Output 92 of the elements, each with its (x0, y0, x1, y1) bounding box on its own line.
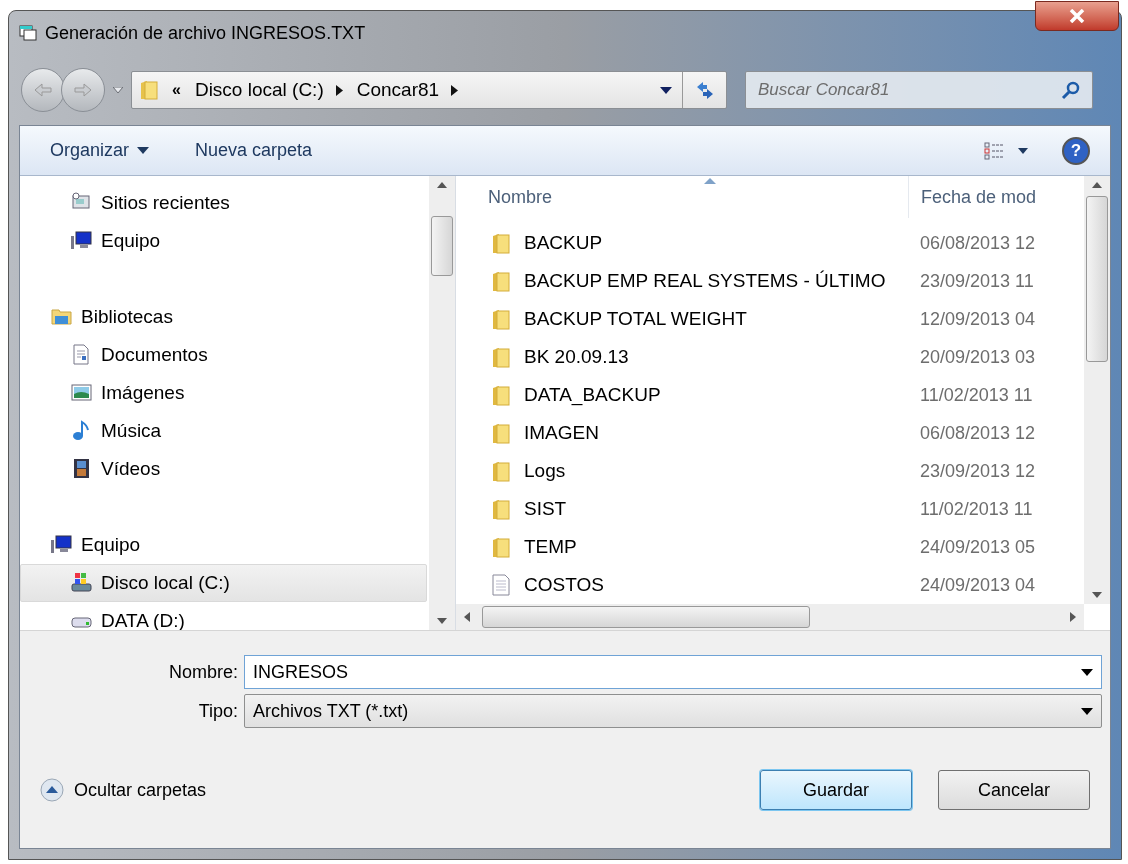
computer-icon (51, 534, 73, 556)
search-field[interactable]: Buscar Concar81 (745, 71, 1093, 109)
horizontal-scrollbar[interactable] (456, 604, 1084, 630)
scrollbar-thumb[interactable] (1086, 196, 1108, 362)
nav-pane-item[interactable]: Disco local (C:) (20, 564, 427, 602)
file-type-value: Archivos TXT (*.txt) (253, 699, 410, 723)
help-button[interactable]: ? (1062, 136, 1090, 165)
scroll-right-icon[interactable] (1070, 612, 1076, 622)
breadcrumb-arrow-icon[interactable] (335, 84, 343, 96)
folder-icon (490, 422, 512, 444)
modified-date: 24/09/2013 04 (919, 573, 1036, 597)
file-name[interactable]: Logs (524, 456, 566, 486)
modified-date: 12/09/2013 04 (919, 307, 1036, 331)
nav-pane-item[interactable]: Sitios recientes (20, 184, 427, 222)
caret-icon (137, 147, 150, 154)
file-type-dropdown[interactable]: Archivos TXT (*.txt) (244, 694, 1102, 728)
folder-icon (490, 536, 512, 558)
modified-date: 11/02/2013 11 (919, 497, 1033, 521)
organize-menu-button[interactable]: Organizar (40, 137, 160, 164)
file-name[interactable]: BACKUP (524, 228, 603, 258)
document-icon (490, 574, 512, 596)
window-title: Generación de archivo INGRESOS.TXT (45, 21, 366, 45)
close-icon (1069, 9, 1085, 23)
nav-pane-item[interactable]: Música (20, 412, 427, 450)
cancel-button[interactable]: Cancelar (938, 770, 1090, 810)
nav-pane-item[interactable]: Equipo (20, 526, 427, 564)
modified-date: 11/02/2013 11 (919, 383, 1033, 407)
dropdown-caret-icon[interactable] (1081, 668, 1093, 676)
folder-icon (490, 308, 512, 330)
nav-pane-item[interactable]: Vídeos (20, 450, 427, 488)
forward-arrow-icon (73, 82, 93, 98)
column-header[interactable]: Fecha de mod (908, 176, 1037, 218)
scroll-left-icon[interactable] (464, 612, 470, 622)
breadcrumb-item[interactable]: Concar81 (356, 75, 440, 105)
modified-date: 23/09/2013 12 (919, 459, 1036, 483)
nav-pane-item[interactable]: Imágenes (20, 374, 427, 412)
scrollbar-thumb[interactable] (431, 216, 453, 276)
field-label: Nombre: (167, 660, 239, 684)
file-name[interactable]: DATA_BACKUP (524, 380, 661, 410)
scroll-down-icon[interactable] (1092, 592, 1102, 598)
nav-pane-item[interactable]: Bibliotecas (20, 298, 427, 336)
file-name[interactable]: BK 20.09.13 (524, 342, 629, 372)
folder-icon (490, 346, 512, 368)
file-name[interactable]: SIST (524, 494, 567, 524)
scrollbar-thumb[interactable] (482, 606, 810, 628)
folder-icon (490, 384, 512, 406)
hide-folders-button[interactable]: Ocultar carpetas (40, 776, 207, 804)
scroll-up-icon[interactable] (1092, 182, 1102, 188)
scroll-up-icon[interactable] (437, 182, 447, 188)
modified-date: 06/08/2013 12 (919, 231, 1036, 255)
nav-pane-item[interactable]: DATA (D:) (20, 602, 427, 640)
breadcrumb-item[interactable]: Disco local (C:) (194, 75, 324, 105)
field-label: Tipo: (197, 699, 239, 723)
filename-combo-box[interactable]: INGRESOS (244, 655, 1102, 689)
file-name[interactable]: IMAGEN (524, 418, 599, 448)
folder-icon (490, 498, 512, 520)
address-bar[interactable]: « Disco local (C:) Concar81 (131, 71, 727, 109)
breadcrumb-arrow-icon[interactable] (451, 84, 459, 96)
vertical-scrollbar[interactable] (1084, 176, 1110, 604)
search-icon (1061, 80, 1081, 100)
new-folder-button[interactable]: Nueva carpeta (185, 137, 323, 164)
hard-drive-icon (71, 572, 93, 594)
library-folder-icon (51, 306, 73, 328)
folder-icon (490, 460, 512, 482)
modified-date: 06/08/2013 12 (919, 421, 1036, 445)
column-header[interactable]: Nombre (456, 183, 908, 211)
dropdown-caret-icon[interactable] (1081, 707, 1093, 715)
nav-pane-item[interactable]: Equipo (20, 222, 427, 260)
file-name[interactable]: TEMP (524, 532, 577, 562)
modified-date: 24/09/2013 05 (919, 535, 1036, 559)
picture-icon (71, 382, 93, 404)
recent-pages-caret-icon[interactable] (113, 87, 123, 93)
folder-icon (490, 270, 512, 292)
file-name[interactable]: BACKUP EMP REAL SYSTEMS - ÚLTIMO (524, 266, 886, 296)
save-button[interactable]: Guardar (760, 770, 912, 810)
file-name[interactable]: COSTOS (524, 570, 604, 600)
breadcrumb-overflow[interactable]: « (172, 78, 181, 102)
modified-date: 23/09/2013 11 (919, 269, 1034, 293)
filename-value: INGRESOS (253, 660, 350, 684)
back-arrow-icon (33, 82, 53, 98)
computer-icon (71, 230, 93, 252)
folder-icon (138, 79, 160, 101)
vertical-scrollbar[interactable] (429, 176, 455, 630)
scroll-down-icon[interactable] (437, 618, 447, 624)
close-button[interactable] (1035, 1, 1119, 31)
nav-pane-item[interactable]: Documentos (20, 336, 427, 374)
folder-icon (490, 232, 512, 254)
sort-ascending-icon (704, 178, 716, 184)
modified-date: 20/09/2013 03 (919, 345, 1036, 369)
app-icon (19, 24, 37, 42)
file-name[interactable]: BACKUP TOTAL WEIGHT (524, 304, 747, 334)
dropdown-caret-icon[interactable] (660, 86, 672, 94)
